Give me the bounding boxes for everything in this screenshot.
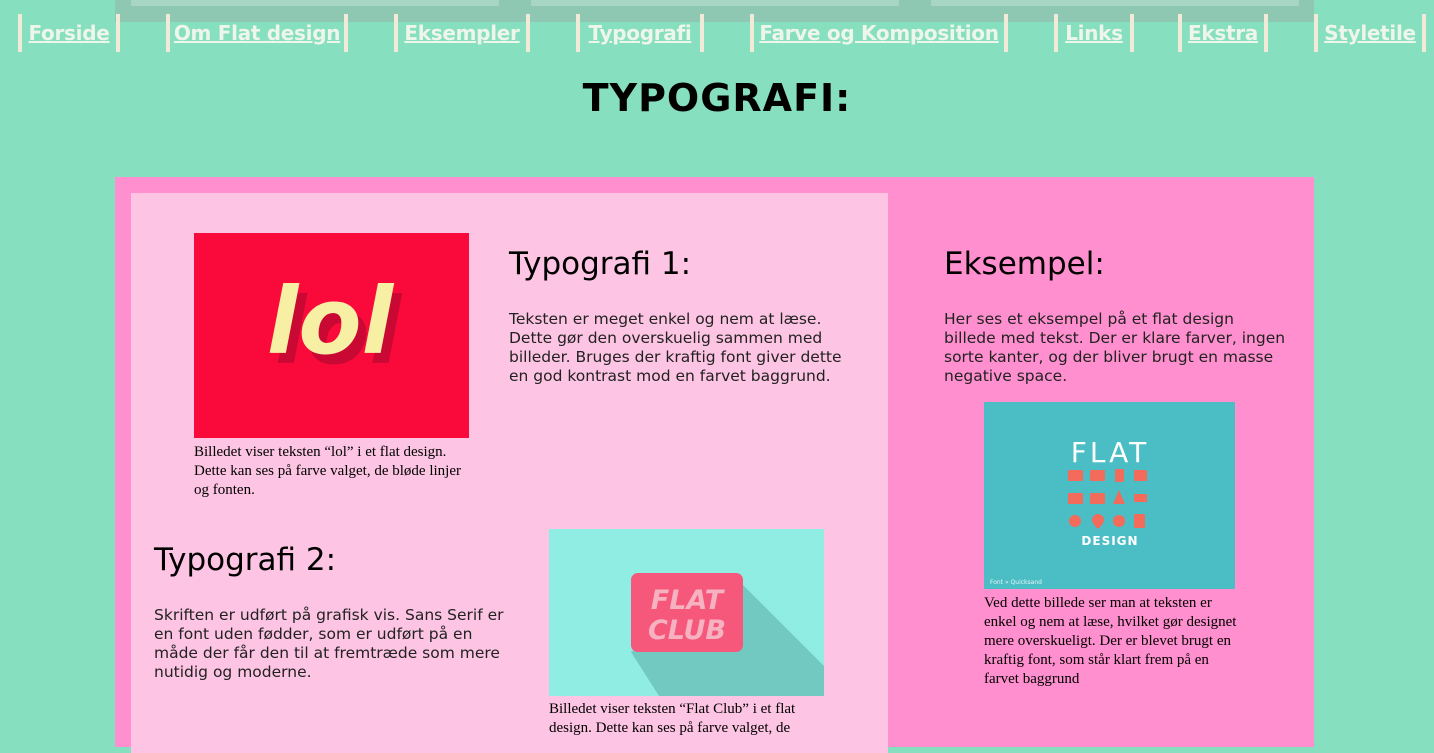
document-icon	[1134, 514, 1145, 528]
flat-design-image: FLAT DESIGN Font » Quicksand	[984, 402, 1235, 589]
code-icon	[1090, 493, 1105, 504]
nav-link-typografi[interactable]: Typografi	[576, 14, 704, 52]
typografi-1-text: Teksten er meget enkel og nem at læse. D…	[509, 310, 842, 385]
lol-text: lol	[267, 268, 395, 375]
flat-design-caption: Ved dette billede ser man at teksten er …	[984, 595, 1237, 687]
typografi-2-text: Skriften er udført på grafisk vis. Sans …	[154, 606, 504, 681]
lol-caption: Billedet viser teksten “lol” i et flat d…	[194, 444, 461, 498]
flat-design-illustration: FLAT DESIGN Font » Quicksand	[990, 436, 1149, 586]
flat-design-subtitle: DESIGN	[1081, 534, 1138, 548]
flat-design-credit: Font » Quicksand	[990, 579, 1042, 586]
nav-link-styletile[interactable]: Styletile	[1314, 14, 1426, 52]
lol-illustration: lol lol	[267, 268, 403, 385]
flat-design-title: FLAT	[1071, 436, 1149, 469]
nav-link-links[interactable]: Links	[1054, 14, 1134, 52]
phone-icon	[1115, 469, 1124, 482]
lol-image: lol lol	[194, 233, 469, 438]
flat-club-image: FLAT CLUB	[549, 529, 824, 696]
flat-club-illustration: FLAT CLUB	[631, 573, 824, 696]
nav-link-forside[interactable]: Forside	[18, 14, 120, 52]
top-decor-segment	[131, 0, 499, 6]
nav-link-ekstra[interactable]: Ekstra	[1178, 14, 1268, 52]
laptop-icon	[1090, 470, 1105, 481]
cart-icon	[1134, 494, 1147, 502]
nav-link-om-flat-design[interactable]: Om Flat design	[166, 14, 348, 52]
tablet-icon	[1134, 470, 1147, 481]
monitor-icon	[1068, 470, 1083, 481]
typografi-2-heading: Typografi 2:	[154, 542, 337, 578]
flat-club-line1: FLAT	[651, 585, 726, 616]
nav-link-farve-og-komposition[interactable]: Farve og Komposition	[750, 14, 1008, 52]
eksempel-text: Her ses et eksempel på et flat design bi…	[944, 310, 1286, 385]
top-decor-segment	[931, 0, 1299, 6]
top-decor-segment	[531, 0, 899, 6]
nav-link-eksempler[interactable]: Eksempler	[394, 14, 530, 52]
main-nav: Forside Om Flat design Eksempler Typogra…	[0, 14, 1434, 54]
flat-icon-grid	[1068, 469, 1147, 529]
page-title: TYPOGRAFI:	[582, 76, 852, 120]
settings-icon	[1113, 515, 1125, 527]
browser-icon	[1068, 493, 1083, 504]
eksempel-heading: Eksempel:	[944, 246, 1105, 282]
typografi-1-heading: Typografi 1:	[509, 246, 692, 282]
target-icon	[1069, 515, 1081, 527]
flat-club-line2: CLUB	[648, 615, 726, 646]
map-pin-icon	[1092, 514, 1104, 529]
flask-icon	[1113, 490, 1125, 504]
flat-club-caption: Billedet viser teksten “Flat Club” i et …	[549, 701, 796, 736]
